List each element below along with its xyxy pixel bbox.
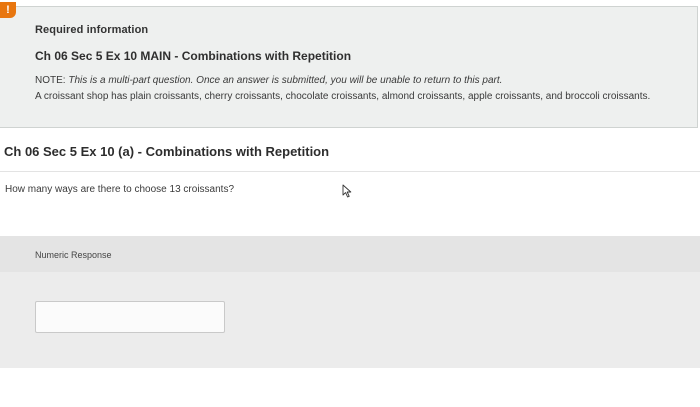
part-title: Ch 06 Sec 5 Ex 10 (a) - Combinations wit…	[4, 144, 330, 159]
numeric-response-label: Numeric Response	[35, 250, 112, 260]
required-information-box: ! Required information Ch 06 Sec 5 Ex 10…	[0, 2, 698, 128]
question-text: How many ways are there to choose 13 cro…	[5, 184, 234, 195]
mouse-pointer-icon	[342, 184, 352, 198]
problem-description: A croissant shop has plain croissants, c…	[35, 91, 651, 102]
answer-input[interactable]	[35, 301, 225, 333]
numeric-response-panel: Numeric Response	[0, 236, 700, 368]
required-information-heading: Required information	[35, 24, 149, 36]
note-prefix: NOTE:	[35, 75, 69, 86]
main-question-title: Ch 06 Sec 5 Ex 10 MAIN - Combinations wi…	[35, 49, 352, 63]
note-body: This is a multi-part question. Once an a…	[68, 75, 503, 86]
section-divider	[0, 171, 700, 172]
alert-badge-icon: !	[0, 2, 16, 18]
note-text: NOTE: This is a multi-part question. Onc…	[35, 75, 665, 87]
